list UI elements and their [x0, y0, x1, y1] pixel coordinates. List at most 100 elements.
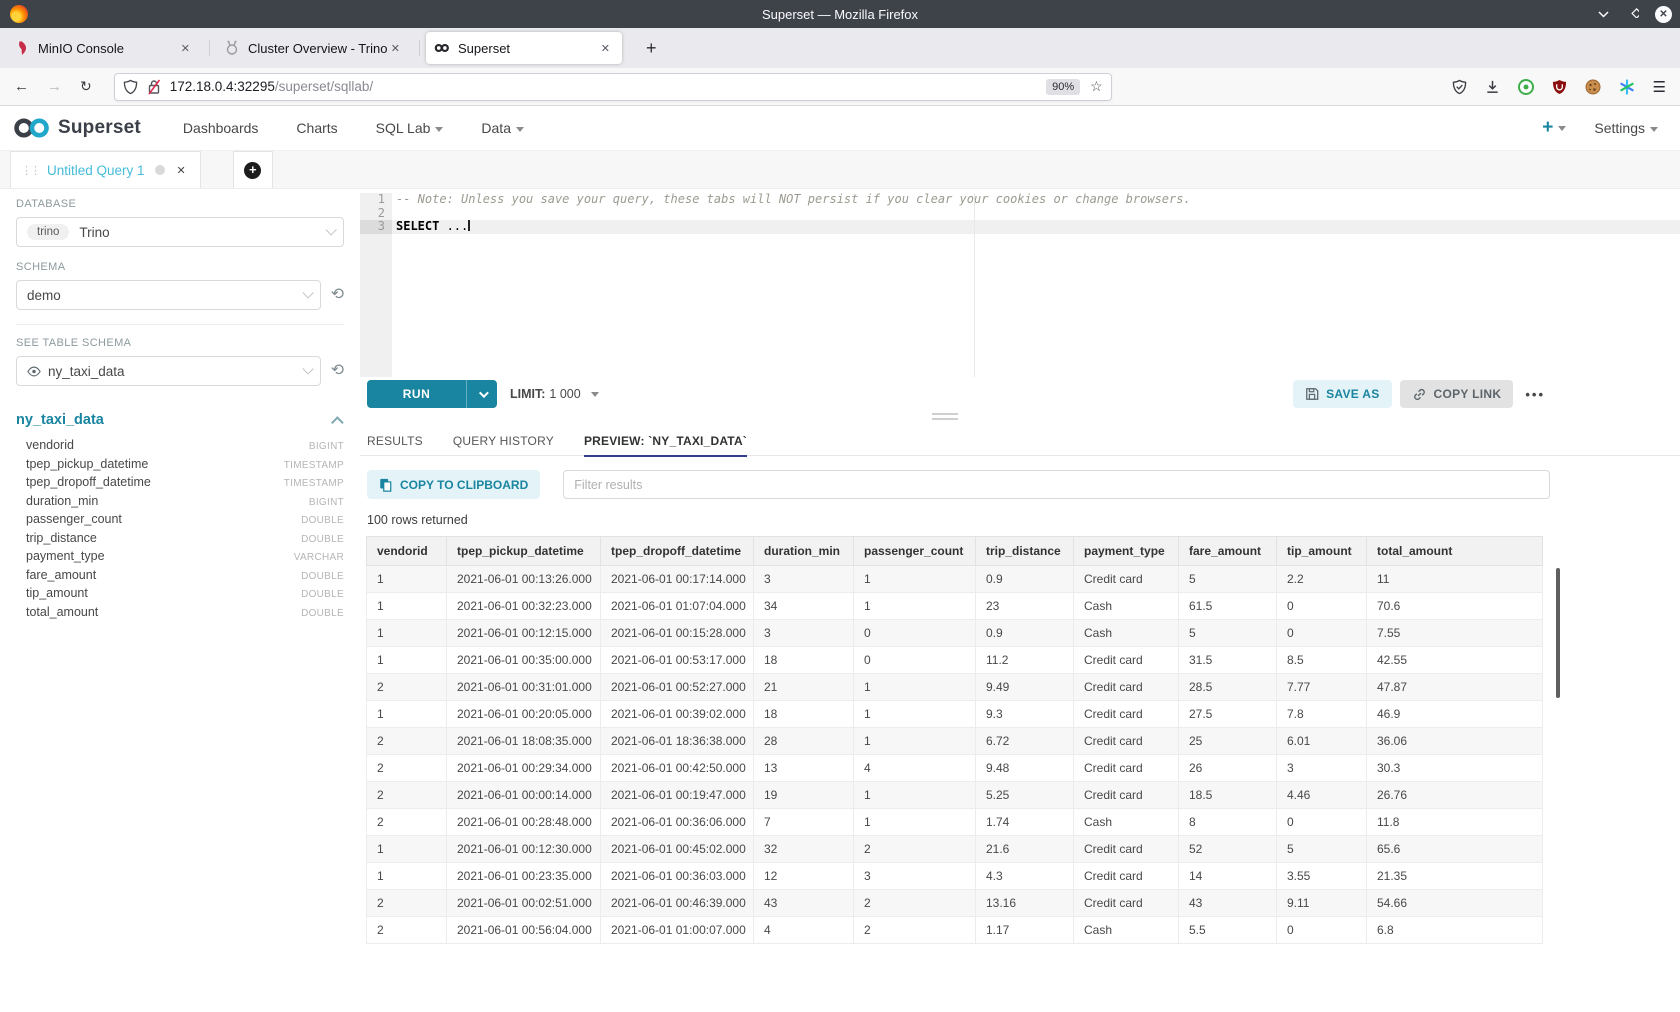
vertical-scrollbar[interactable] — [1556, 568, 1560, 698]
divider — [16, 324, 344, 325]
browser-toolbar: ← → ↻ 172.18.0.4:32295/superset/sqllab/ … — [0, 68, 1680, 106]
nav-item-charts[interactable]: Charts — [296, 120, 337, 136]
superset-navbar: Superset Dashboards Charts SQL Lab Data + S… — [0, 106, 1680, 151]
minio-icon — [14, 40, 30, 56]
reload-button[interactable]: ↻ — [80, 78, 92, 95]
nav-item-dashboards[interactable]: Dashboards — [183, 120, 259, 136]
results-table: vendoridtpep_pickup_datetimetpep_dropoff… — [366, 536, 1543, 944]
nav-item-label: Data — [481, 120, 511, 136]
titlebar-restore-icon[interactable] — [1625, 7, 1641, 21]
drag-handle-icon[interactable]: ⋮⋮ — [21, 164, 39, 177]
copy-to-clipboard-button[interactable]: COPY TO CLIPBOARD — [367, 470, 540, 499]
limit-control[interactable]: LIMIT:1 000 — [510, 387, 581, 401]
superset-logo-icon — [12, 117, 52, 139]
sql-toolbar: RUN LIMIT:1 000 SAVE AS COPY LINK ••• — [360, 377, 1680, 411]
column-header[interactable]: tpep_dropoff_datetime — [601, 537, 754, 566]
extension-green-icon[interactable] — [1518, 79, 1534, 95]
table-cell: 3 — [1277, 755, 1367, 782]
table-cell: 6.72 — [976, 728, 1074, 755]
browser-tab-2[interactable]: Cluster Overview - Trino✕ — [216, 32, 412, 64]
downloads-icon[interactable] — [1485, 79, 1500, 95]
results-tab-2[interactable]: QUERY HISTORY — [453, 426, 554, 456]
sql-editor[interactable]: 123 -- Note: Unless you save your query,… — [360, 193, 1680, 377]
eye-icon — [27, 366, 41, 377]
run-button[interactable]: RUN — [367, 380, 497, 408]
insecure-lock-icon[interactable] — [147, 79, 161, 95]
header-row: vendoridtpep_pickup_datetimetpep_dropoff… — [367, 537, 1543, 566]
back-button[interactable]: ← — [14, 78, 29, 95]
query-tab-title: Untitled Query 1 — [47, 163, 145, 178]
line-number: 2 — [360, 207, 392, 221]
table-cell: 2021-06-01 01:07:04.000 — [601, 593, 754, 620]
nav-item-data[interactable]: Data — [481, 120, 524, 136]
database-select[interactable]: trino Trino — [16, 217, 344, 247]
shield-icon[interactable] — [123, 79, 138, 95]
table-cell: 0.9 — [976, 566, 1074, 593]
new-tab-button[interactable]: + — [636, 38, 667, 59]
schema-select[interactable]: demo — [16, 280, 321, 310]
table-name-heading[interactable]: ny_taxi_data — [16, 412, 104, 428]
forward-button[interactable]: → — [47, 78, 62, 95]
superset-brand[interactable]: Superset — [12, 117, 141, 139]
table-cell: 11.8 — [1367, 809, 1543, 836]
settings-menu[interactable]: Settings — [1594, 120, 1658, 136]
browser-tab-1[interactable]: MinIO Console✕ — [6, 32, 202, 64]
refresh-schemas-icon[interactable]: ⟲ — [331, 287, 344, 303]
table-cell: Cash — [1074, 917, 1179, 944]
results-tab-1[interactable]: RESULTS — [367, 426, 423, 456]
query-tab-active[interactable]: ⋮⋮ Untitled Query 1 ✕ — [10, 151, 201, 188]
table-row: 12021-06-01 00:20:05.0002021-06-01 00:39… — [367, 701, 1543, 728]
window-close-button[interactable]: ✕ — [1655, 6, 1672, 23]
column-header[interactable]: payment_type — [1074, 537, 1179, 566]
nav-item-sql-lab[interactable]: SQL Lab — [376, 120, 444, 136]
column-name: fare_amount — [26, 568, 96, 582]
table-cell: 7.8 — [1277, 701, 1367, 728]
column-header[interactable]: trip_distance — [976, 537, 1074, 566]
browser-tab-3[interactable]: Superset✕ — [426, 32, 622, 64]
column-header[interactable]: tpep_pickup_datetime — [447, 537, 601, 566]
table-cell: 2021-06-01 01:00:07.000 — [601, 917, 754, 944]
table-cell: 2 — [367, 917, 447, 944]
run-options-chevron-icon[interactable] — [466, 380, 497, 408]
column-header[interactable]: fare_amount — [1179, 537, 1277, 566]
refresh-tables-icon[interactable]: ⟲ — [331, 363, 344, 379]
table-cell: 4 — [754, 917, 854, 944]
table-select[interactable]: ny_taxi_data — [16, 356, 321, 386]
add-new-button[interactable]: + — [1542, 117, 1566, 139]
save-as-button[interactable]: SAVE AS — [1293, 380, 1391, 408]
column-header[interactable]: tip_amount — [1277, 537, 1367, 566]
column-header[interactable]: vendorid — [367, 537, 447, 566]
table-cell: Credit card — [1074, 647, 1179, 674]
limit-chevron-icon[interactable] — [591, 392, 599, 397]
tab-close-icon[interactable]: ✕ — [597, 40, 614, 57]
table-cell: 0 — [1277, 620, 1367, 647]
collapse-chevron-icon[interactable] — [331, 416, 344, 429]
column-header[interactable]: passenger_count — [854, 537, 976, 566]
ublock-shield-icon[interactable] — [1552, 79, 1567, 95]
page-zoom-badge[interactable]: 90% — [1046, 79, 1080, 95]
more-options-button[interactable]: ••• — [1525, 387, 1545, 402]
tab-close-icon[interactable]: ✕ — [177, 40, 194, 57]
table-cell: 43 — [754, 890, 854, 917]
column-name: payment_type — [26, 549, 105, 563]
filter-results-input[interactable] — [563, 470, 1550, 499]
tab-close-icon[interactable]: ✕ — [387, 40, 404, 57]
column-header[interactable]: total_amount — [1367, 537, 1543, 566]
table-cell: 7.55 — [1367, 620, 1543, 647]
table-cell: Credit card — [1074, 566, 1179, 593]
url-text[interactable]: 172.18.0.4:32295/superset/sqllab/ — [170, 79, 1046, 94]
pane-resize-handle[interactable] — [932, 413, 958, 420]
protections-shield-icon[interactable] — [1452, 79, 1467, 95]
app-menu-icon[interactable]: ☰ — [1653, 78, 1666, 96]
table-cell: 1 — [367, 836, 447, 863]
column-header[interactable]: duration_min — [754, 537, 854, 566]
cookie-icon[interactable] — [1585, 79, 1601, 95]
query-tab-close-icon[interactable]: ✕ — [177, 164, 186, 177]
copy-link-button[interactable]: COPY LINK — [1400, 380, 1514, 408]
titlebar-menu-chevron-icon[interactable] — [1595, 7, 1611, 21]
new-query-tab-button[interactable]: + — [233, 151, 273, 188]
url-bar[interactable]: 172.18.0.4:32295/superset/sqllab/ 90% ☆ — [114, 73, 1112, 101]
bookmark-star-icon[interactable]: ☆ — [1090, 78, 1103, 95]
results-tab-3[interactable]: PREVIEW: `NY_TAXI_DATA` — [584, 426, 747, 456]
extension-asterisk-icon[interactable] — [1619, 79, 1635, 95]
